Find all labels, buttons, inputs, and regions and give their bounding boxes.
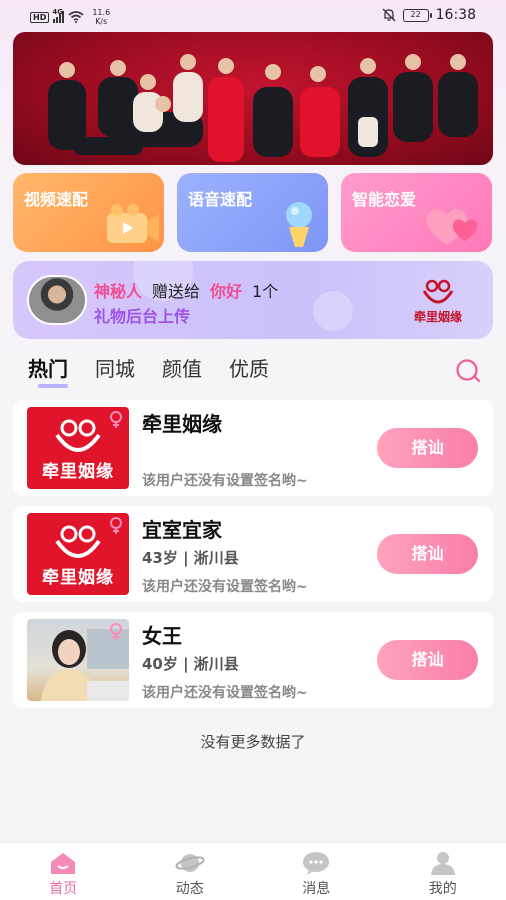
- gift-name: 礼物后台上传: [94, 307, 191, 326]
- smart-love-label: 智能恋爱: [352, 190, 417, 209]
- user-name: 宜室宜家: [142, 518, 222, 542]
- greet-button[interactable]: 搭讪: [377, 534, 478, 574]
- decor-bubble: [313, 291, 353, 331]
- gift-action: 赠送给: [152, 282, 201, 301]
- nav-moments-label: 动态: [175, 881, 204, 897]
- sender-avatar: [27, 275, 87, 325]
- female-icon: [110, 623, 122, 640]
- thumbnail-logo-text: 牵里姻缘: [42, 462, 114, 482]
- couple-logo-icon: [55, 525, 101, 558]
- nav-profile-label: 我的: [428, 881, 457, 897]
- user-signature: 该用户还没有设置签名哟~: [142, 685, 308, 701]
- user-thumbnail: 牵里姻缘: [27, 407, 129, 489]
- brand-logo: 牵里姻缘: [408, 279, 468, 325]
- gift-receiver: 你好: [210, 282, 243, 301]
- gift-line: 神秘人 赠送给 你好 1个: [94, 278, 278, 302]
- battery-icon: 22: [402, 8, 432, 22]
- hearts-icon: [426, 208, 478, 245]
- user-card[interactable]: 牵里姻缘 宜室宜家 43岁 | 淅川县 该用户还没有设置签名哟~ 搭讪: [13, 506, 493, 602]
- brand-logo-text: 牵里姻缘: [413, 310, 462, 324]
- nav-messages-label: 消息: [302, 881, 331, 897]
- user-card[interactable]: 女王 40岁 | 淅川县 该用户还没有设置签名哟~ 搭讪: [13, 612, 493, 708]
- user-signature: 该用户还没有设置签名哟~: [142, 579, 308, 595]
- voice-match-card[interactable]: 语音速配: [177, 173, 328, 252]
- network-speed: 11.6 K/s: [92, 8, 110, 26]
- tab-looks[interactable]: 颜值: [162, 353, 202, 389]
- speed-unit: K/s: [95, 17, 108, 26]
- group-photo-image: [48, 54, 478, 162]
- search-icon[interactable]: [454, 357, 482, 385]
- video-match-label: 视频速配: [24, 190, 89, 209]
- planet-icon: [175, 854, 205, 872]
- no-more-data-text: 没有更多数据了: [200, 733, 306, 751]
- gift-announcement[interactable]: 神秘人 赠送给 你好 1个 礼物后台上传 牵里姻缘: [13, 261, 493, 339]
- person-icon: [430, 852, 455, 875]
- couple-logo-icon: [422, 279, 454, 304]
- female-icon: [110, 411, 122, 428]
- user-name: 牵里姻缘: [142, 412, 222, 436]
- gift-sender: 神秘人: [94, 282, 143, 301]
- video-match-card[interactable]: 视频速配: [13, 173, 164, 252]
- tab-hot[interactable]: 热门: [28, 353, 68, 389]
- clock: 16:38: [435, 7, 476, 23]
- user-name: 女王: [142, 624, 182, 648]
- microphone-icon: [286, 202, 312, 247]
- couple-logo-icon: [55, 419, 101, 452]
- user-card[interactable]: 牵里姻缘 牵里姻缘 该用户还没有设置签名哟~ 搭讪: [13, 400, 493, 496]
- bell-off-icon: [382, 8, 396, 22]
- nav-home-label: 首页: [49, 881, 78, 897]
- network-type: 4G: [52, 8, 63, 16]
- gift-count: 1个: [252, 282, 279, 301]
- speed-value: 11.6: [92, 8, 111, 17]
- video-camera-icon: [107, 204, 159, 243]
- nav-profile[interactable]: 我的: [380, 843, 506, 900]
- voice-match-label: 语音速配: [188, 190, 253, 209]
- user-age-location: 43岁 | 淅川县: [142, 549, 239, 567]
- chat-bubble-icon: [303, 852, 330, 875]
- user-age-location: 40岁 | 淅川县: [142, 655, 239, 673]
- tab-same-city[interactable]: 同城: [95, 353, 135, 389]
- greet-button[interactable]: 搭讪: [377, 640, 478, 680]
- nav-messages[interactable]: 消息: [253, 843, 380, 900]
- female-icon: [110, 517, 122, 534]
- greet-button[interactable]: 搭讪: [377, 428, 478, 468]
- thumbnail-logo-text: 牵里姻缘: [42, 568, 114, 588]
- promo-banner[interactable]: [13, 32, 493, 165]
- user-photo: [27, 619, 129, 701]
- nav-moments[interactable]: 动态: [127, 843, 254, 900]
- user-signature: 该用户还没有设置签名哟~: [142, 473, 308, 489]
- tab-quality[interactable]: 优质: [229, 353, 269, 389]
- nav-home[interactable]: 首页: [0, 843, 127, 900]
- home-icon: [51, 853, 76, 874]
- smart-love-card[interactable]: 智能恋爱: [341, 173, 492, 252]
- category-tabs: 热门 同城 颜值 优质: [28, 353, 269, 389]
- signal-icon: 4G: [52, 8, 65, 23]
- wifi-icon: [68, 11, 84, 23]
- user-thumbnail: 牵里姻缘: [27, 513, 129, 595]
- hd-indicator: HD: [30, 11, 50, 23]
- status-bar: HD 4G 11.6 K/s 22 16:38: [0, 0, 506, 32]
- bottom-nav: 首页 动态 消息 我的: [0, 842, 506, 900]
